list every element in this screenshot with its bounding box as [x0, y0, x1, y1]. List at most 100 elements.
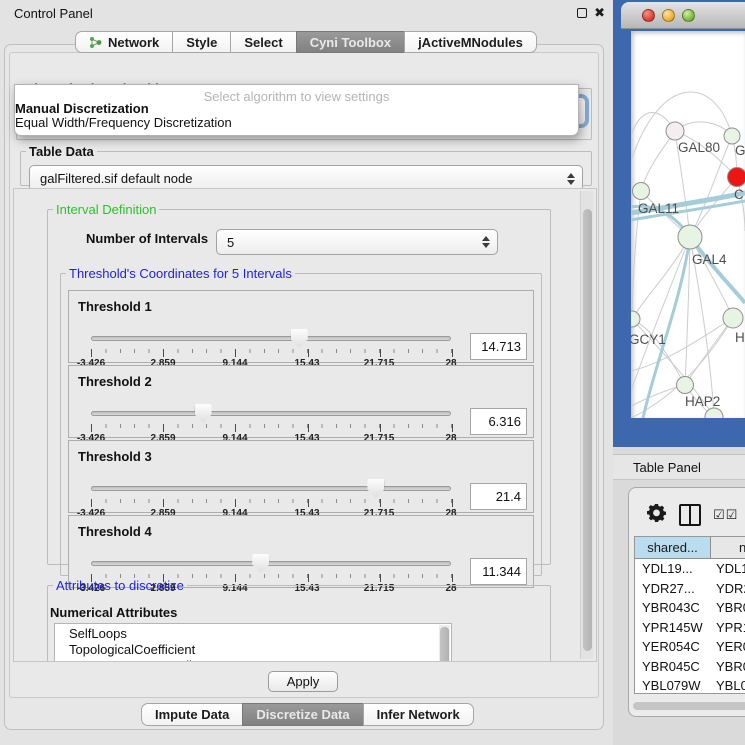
traffic-light-minimize-icon[interactable] [662, 9, 675, 22]
network-node-c[interactable] [728, 168, 745, 187]
network-node-gcy1[interactable] [631, 311, 640, 327]
dropdown-placeholder: Select algorithm to view settings [15, 85, 578, 102]
cell-name[interactable]: YBL0 [711, 676, 745, 694]
cell-shared-name[interactable]: YPR145W [635, 618, 711, 638]
tab-label: Impute Data [155, 704, 229, 726]
threshold-value-field[interactable]: 21.4 [470, 483, 527, 510]
table-row[interactable]: YPR145WYPR1 [635, 618, 745, 638]
threshold-panel: Threshold 1 -3.4262.8599.14415.4321.7152… [68, 290, 534, 363]
slider-track[interactable] [91, 561, 451, 566]
network-node-gal4[interactable] [678, 225, 702, 249]
network-window-titlebar[interactable] [621, 2, 745, 29]
num-intervals-value: 5 [227, 235, 234, 250]
table-row[interactable]: YDR27...YDR2 [635, 579, 745, 599]
cell-shared-name[interactable]: YBR045C [635, 657, 711, 677]
cell-name[interactable]: YDL1 [711, 559, 745, 579]
cell-shared-name[interactable]: YER054C [635, 637, 711, 657]
column-header-shared[interactable]: shared... [635, 537, 711, 558]
dropdown-item-manual-discretization[interactable]: Manual Discretization [15, 102, 578, 116]
attribute-item-topologicalcoefficient[interactable]: TopologicalCoefficient [55, 642, 451, 658]
table-row[interactable]: YBL079WYBL0 [635, 676, 745, 694]
node-table: shared... n YDL19...YDL1YDR27...YDR2YBR0… [634, 536, 745, 694]
column-visibility-checkbox-icons[interactable]: ☑☑ [713, 507, 738, 523]
attribute-item-betweennesscentrality[interactable]: BetweennessCentrality [55, 658, 451, 662]
tab-label: jActiveMNodules [418, 32, 523, 53]
slider-ticks [91, 349, 452, 358]
tab-style[interactable]: Style [172, 31, 231, 53]
threshold-panel: Threshold 2 -3.4262.8599.14415.4321.7152… [68, 365, 534, 438]
close-icon[interactable]: ✖ [594, 5, 605, 21]
cell-shared-name[interactable]: YBR043C [635, 598, 711, 618]
table-row[interactable]: YBR043CYBR0 [635, 598, 745, 618]
node-label: C [734, 187, 744, 202]
network-node-hap2[interactable] [677, 377, 694, 394]
tab-discretize-data[interactable]: Discretize Data [242, 703, 363, 726]
traffic-light-zoom-icon[interactable] [682, 9, 695, 22]
threshold-value-field[interactable]: 6.316 [470, 408, 527, 435]
tab-infer-network[interactable]: Infer Network [363, 703, 474, 726]
table-row[interactable]: YER054CYER0 [635, 637, 745, 657]
network-node-gal11[interactable] [633, 183, 650, 200]
node-label: HAP2 [685, 394, 720, 409]
threshold-list: Threshold 1 -3.4262.8599.14415.4321.7152… [68, 290, 534, 588]
tab-jactivemnodules[interactable]: jActiveMNodules [404, 31, 537, 53]
node-label: GAL11 [638, 201, 679, 216]
traffic-light-close-icon[interactable] [642, 9, 655, 22]
algorithm-dropdown-popup: Select algorithm to view settings Manual… [14, 84, 579, 136]
tab-network[interactable]: Network [75, 31, 173, 53]
network-node-gal80[interactable] [666, 122, 684, 140]
cell-shared-name[interactable]: YBL079W [635, 676, 711, 694]
node-label: GCY1 [631, 332, 666, 347]
num-intervals-combobox[interactable]: 5 [216, 229, 498, 255]
column-header-name[interactable]: n [711, 537, 745, 558]
tab-label: Cyni Toolbox [310, 32, 391, 53]
cell-name[interactable]: YER0 [711, 637, 745, 657]
group-title: Table Data [26, 144, 97, 159]
table-horizontal-scrollbar[interactable] [633, 702, 745, 710]
cell-shared-name[interactable]: YDL19... [635, 559, 711, 579]
cell-name[interactable]: YDR2 [711, 579, 745, 599]
slider-thumb[interactable] [252, 554, 269, 573]
cell-name[interactable]: YBR0 [711, 657, 745, 677]
attribute-item-selfloops[interactable]: SelfLoops [55, 626, 451, 642]
table-row[interactable]: YBR045CYBR0 [635, 657, 745, 677]
table-row[interactable]: YDL19...YDL1 [635, 559, 745, 579]
threshold-title: Threshold 4 [78, 524, 152, 539]
threshold-value-field[interactable]: 14.713 [470, 333, 527, 360]
combo-arrows-icon [567, 173, 575, 185]
slider-thumb[interactable] [367, 479, 384, 498]
numerical-attributes-list[interactable]: SelfLoopsTopologicalCoefficientBetweenne… [54, 623, 452, 662]
network-node-h[interactable] [723, 308, 743, 328]
list-scrollbar[interactable] [439, 625, 450, 662]
gear-icon[interactable] [647, 503, 667, 523]
table-data-selected: galFiltered.sif default node [40, 171, 192, 186]
cell-name[interactable]: YBR0 [711, 598, 745, 618]
table-panel: ☑☑ shared... n YDL19...YDL1YDR27...YDR2Y… [628, 487, 745, 717]
tab-label: Discretize Data [256, 704, 349, 726]
network-node-ga[interactable] [724, 128, 740, 144]
tab-impute-data[interactable]: Impute Data [141, 703, 243, 726]
cell-name[interactable]: YPR1 [711, 618, 745, 638]
settings-scrollbar[interactable] [580, 191, 593, 659]
num-intervals-label: Number of Intervals [86, 231, 208, 246]
panel-title: Control Panel [14, 6, 93, 21]
slider-thumb[interactable] [291, 329, 308, 348]
network-nodes[interactable] [631, 122, 745, 418]
slider-thumb[interactable] [195, 404, 212, 423]
slider-track[interactable] [91, 336, 451, 341]
network-canvas[interactable]: GAL80GACGAL11GAL4GCY1HHAP2 [631, 31, 745, 418]
split-view-icon[interactable] [679, 504, 701, 526]
apply-button[interactable]: Apply [268, 671, 338, 692]
slider-track[interactable] [91, 411, 451, 416]
table-panel-titlebar: Table Panel [613, 454, 745, 480]
combo-arrows-icon [482, 236, 490, 248]
slider-track[interactable] [91, 486, 451, 491]
dropdown-item-equal-width-frequency-discretization[interactable]: Equal Width/Frequency Discretization [15, 116, 578, 130]
table-header-row: shared... n [635, 537, 745, 559]
cell-shared-name[interactable]: YDR27... [635, 579, 711, 599]
network-node[interactable] [705, 408, 723, 418]
tab-select[interactable]: Select [230, 31, 296, 53]
table-panel-region: Table Panel ☑☑ shared... n YDL19...YDL1Y… [613, 447, 745, 745]
tab-cyni-toolbox[interactable]: Cyni Toolbox [296, 31, 405, 53]
float-window-icon[interactable] [577, 8, 587, 18]
